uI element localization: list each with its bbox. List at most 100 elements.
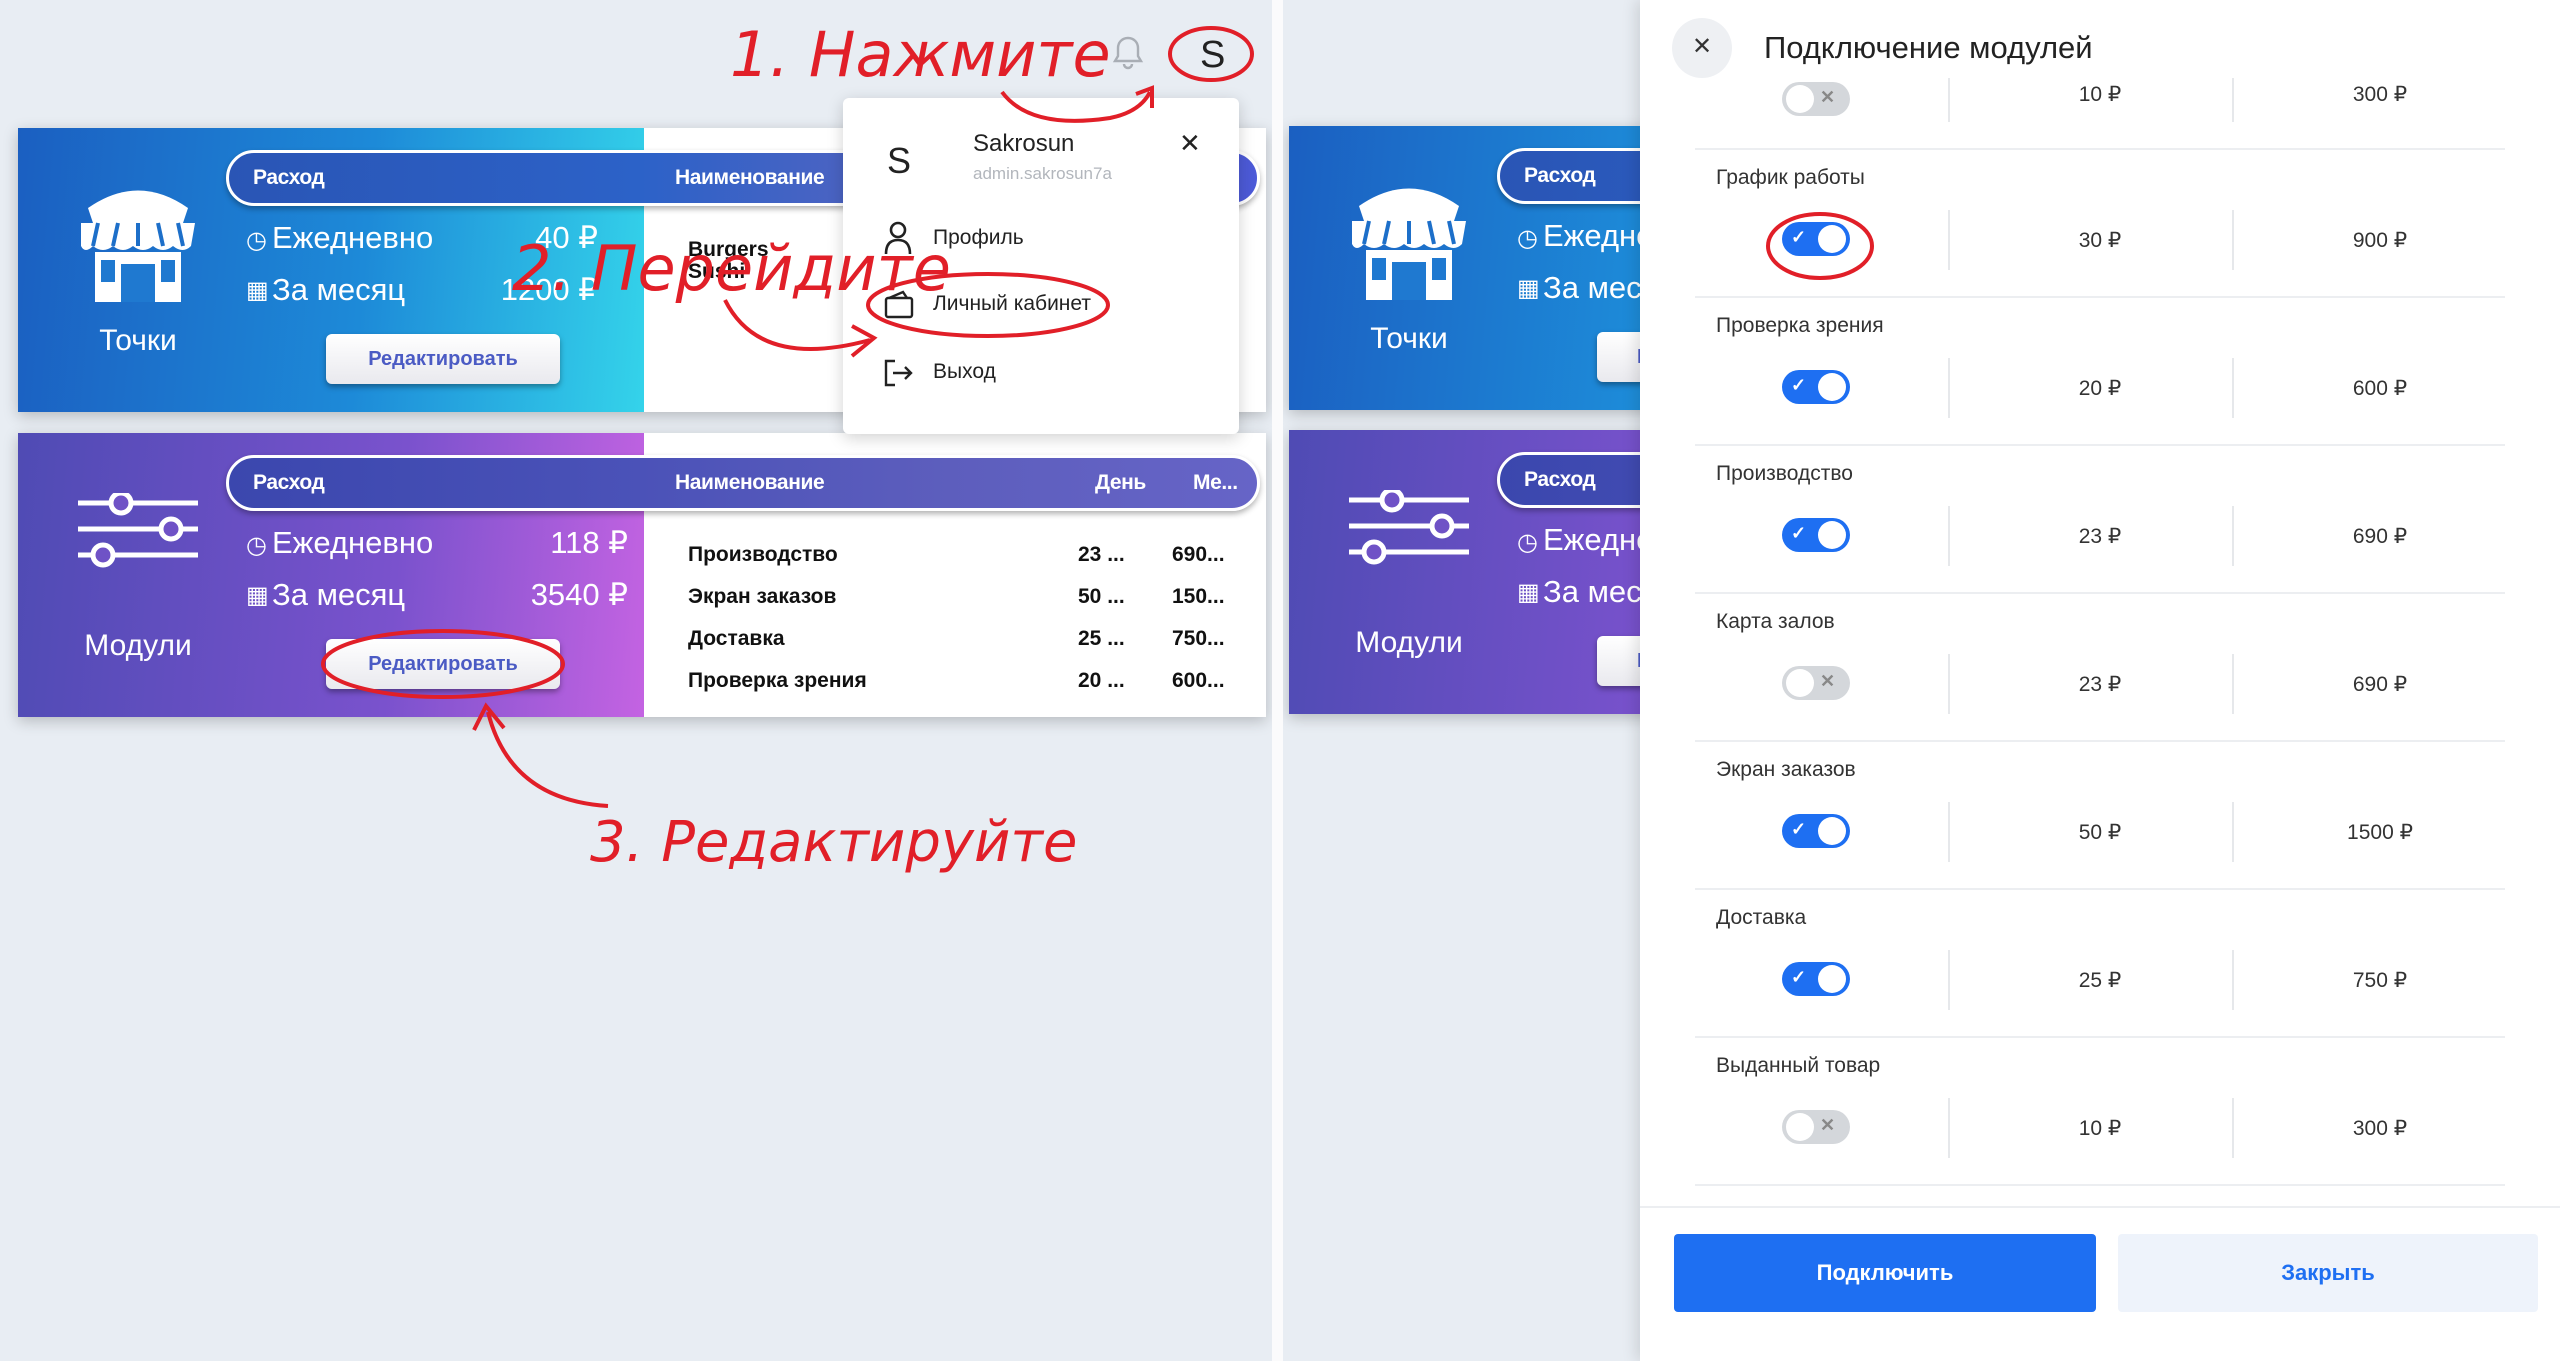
price-month: 900 ₽ [2352, 229, 2408, 252]
module-name: Выданный товар [1716, 1054, 1881, 1077]
module-name: Проверка зрения [1716, 314, 1884, 337]
sliders-icon [73, 490, 203, 633]
column-divider [2232, 1098, 2234, 1158]
column-divider [1948, 802, 1950, 862]
daily-value: 118 ₽ [550, 525, 628, 560]
price-month: 690 ₽ [2352, 525, 2408, 548]
pill-expense-label: Расход [253, 166, 325, 189]
points-edit-button[interactable]: Редактировать [326, 334, 560, 384]
monthly-label: За месяц [272, 577, 406, 612]
close-icon[interactable]: ✕ [1179, 128, 1201, 159]
row-divider [1695, 888, 2505, 890]
price-day: 10 ₽ [2078, 1117, 2122, 1140]
user-login: admin.sakrosun7a [973, 164, 1112, 183]
table-cell: 20 ... [1078, 669, 1125, 692]
modules-panel: ✕ Подключение модулей ✕ 10 ₽ 300 ₽ Графи… [1640, 0, 2560, 1361]
table-cell: 23 ... [1078, 543, 1125, 566]
daily-label: Ежедневно [272, 220, 434, 255]
module-toggle[interactable]: ✕ [1782, 1110, 1850, 1144]
monthly-label: За мес [1543, 574, 1642, 609]
avatar-button[interactable]: S [1166, 24, 1256, 84]
sliders-icon [1344, 487, 1474, 630]
price-day: 10 ₽ [2078, 83, 2122, 106]
table-cell: 50 ... [1078, 585, 1125, 608]
module-toggle[interactable]: ✕ [1782, 82, 1850, 116]
annotation-circle-toggle [1766, 212, 1874, 280]
dropdown-item-logout[interactable]: Выход [843, 346, 1239, 402]
connect-button[interactable]: Подключить [1674, 1234, 2096, 1312]
module-toggle[interactable]: ✓ [1782, 370, 1850, 404]
calendar-icon: ▦ [246, 582, 269, 609]
table-row: Производство [688, 543, 838, 566]
column-divider [2232, 506, 2234, 566]
dropdown-item-label: Выход [933, 360, 996, 383]
toggle-knob [1786, 1113, 1814, 1141]
row-divider [1695, 444, 2505, 446]
shop-icon [1344, 166, 1474, 306]
column-divider [2232, 210, 2234, 270]
screenshot-separator [1272, 0, 1283, 1361]
module-toggle[interactable]: ✕ [1782, 666, 1850, 700]
close-icon: ✕ [1692, 33, 1713, 60]
annotation-circle-avatar [1168, 26, 1254, 82]
price-month: 690 ₽ [2352, 673, 2408, 696]
row-divider [1695, 148, 2505, 150]
table-cell: 25 ... [1078, 627, 1125, 650]
toggle-knob [1818, 373, 1846, 401]
annotation-step3: 3. Редактируйте [590, 810, 1078, 875]
calendar-icon: ▦ [1517, 275, 1540, 302]
column-divider [1948, 358, 1950, 418]
calendar-icon: ▦ [1517, 579, 1540, 606]
row-divider [1695, 1036, 2505, 1038]
toggle-knob [1786, 85, 1814, 113]
modules-label: Модули [84, 629, 192, 662]
column-divider [2232, 78, 2234, 122]
clock-icon: ◷ [246, 227, 267, 254]
row-divider [1695, 1184, 2505, 1186]
toggle-knob [1818, 521, 1846, 549]
check-icon: ✓ [1791, 819, 1807, 839]
check-icon: ✓ [1791, 967, 1807, 987]
clock-icon: ◷ [246, 532, 267, 559]
module-toggle[interactable]: ✓ [1782, 962, 1850, 996]
price-day: 30 ₽ [2078, 229, 2122, 252]
price-day: 50 ₽ [2078, 821, 2122, 844]
pill-name-label: Наименование [675, 166, 825, 189]
table-cell: 600... [1172, 669, 1225, 692]
column-divider [1948, 950, 1950, 1010]
pill-expense-label: Расход [1524, 164, 1596, 187]
pill-expense-label: Расход [1524, 468, 1596, 491]
column-divider [2232, 950, 2234, 1010]
table-row: Доставка [688, 627, 785, 650]
column-divider [2232, 654, 2234, 714]
column-divider [1948, 210, 1950, 270]
column-divider [1948, 506, 1950, 566]
pill-month-label: Ме... [1193, 471, 1238, 494]
price-day: 23 ₽ [2078, 673, 2122, 696]
close-button[interactable]: Закрыть [2118, 1234, 2538, 1312]
clock-icon: ◷ [1517, 529, 1538, 556]
pill-expense-label: Расход [253, 471, 325, 494]
row-divider [1695, 296, 2505, 298]
module-name: Производство [1716, 462, 1853, 485]
annotation-step1: 1. Нажмите [730, 18, 1111, 91]
user-name: Sakrosun [973, 130, 1075, 157]
column-divider [1948, 78, 1950, 122]
price-day: 23 ₽ [2078, 525, 2122, 548]
module-toggle[interactable]: ✓ [1782, 518, 1850, 552]
table-cell: 150... [1172, 585, 1225, 608]
panel-close-button[interactable]: ✕ [1672, 18, 1732, 78]
module-toggle[interactable]: ✓ [1782, 814, 1850, 848]
price-day: 20 ₽ [2078, 377, 2122, 400]
bell-icon[interactable] [1112, 35, 1144, 71]
pill-name-label: Наименование [675, 471, 825, 494]
column-divider [1948, 654, 1950, 714]
left-screenshot: S Точки Расход Наименование ◷ Ежедневно … [0, 0, 1272, 1361]
modules-card: Модули Расход Наименование День Ме... ◷ … [18, 433, 1266, 717]
points-label: Точки [1370, 322, 1448, 355]
column-divider [2232, 358, 2234, 418]
table-row: Экран заказов [688, 585, 837, 608]
points-label: Точки [99, 324, 177, 357]
toggle-knob [1786, 669, 1814, 697]
row-divider [1695, 740, 2505, 742]
